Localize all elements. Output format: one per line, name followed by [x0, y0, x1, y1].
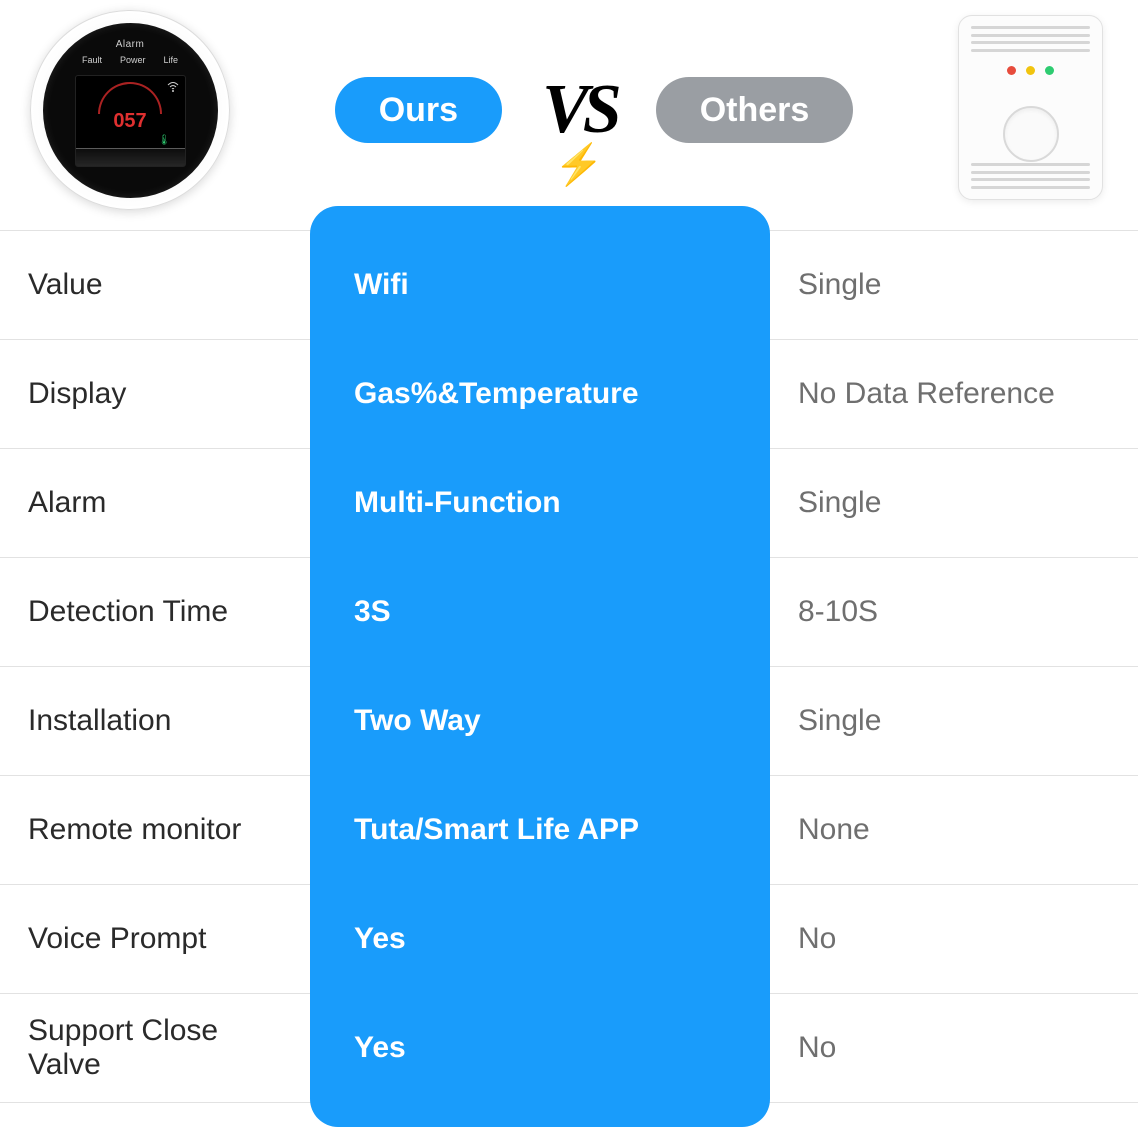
row-label: Installation: [0, 667, 310, 775]
device-label-alarm: Alarm: [43, 39, 218, 50]
wave-graphic: [76, 148, 185, 166]
wifi-icon: [167, 82, 179, 95]
row-others: No: [770, 885, 1138, 993]
others-badge: Others: [656, 77, 854, 143]
row-others: Single: [770, 449, 1138, 557]
row-label: Support Close Valve: [0, 994, 310, 1102]
device-reading: 057: [113, 110, 146, 133]
row-ours: 3S: [310, 558, 770, 666]
other-product-image: [958, 15, 1108, 205]
row-others: No Data Reference: [770, 340, 1138, 448]
device-label-power: Power: [120, 55, 146, 65]
row-label: Value: [0, 231, 310, 339]
row-ours: Wifi: [310, 231, 770, 339]
vs-graphic: VS ⚡: [542, 75, 616, 145]
table-row: Display Gas%&Temperature No Data Referen…: [0, 339, 1138, 448]
row-label: Detection Time: [0, 558, 310, 666]
table-row: Detection Time 3S 8-10S: [0, 557, 1138, 666]
device-label-life: Life: [164, 55, 179, 65]
row-label: Voice Prompt: [0, 885, 310, 993]
led-red-icon: [1007, 66, 1016, 75]
row-ours: Two Way: [310, 667, 770, 775]
table-row: Value Wifi Single: [0, 230, 1138, 339]
device-button-icon: [1003, 106, 1059, 162]
led-yellow-icon: [1026, 66, 1035, 75]
ours-badge: Ours: [335, 77, 502, 143]
row-others: Single: [770, 231, 1138, 339]
row-ours: Gas%&Temperature: [310, 340, 770, 448]
row-others: None: [770, 776, 1138, 884]
table-row: Remote monitor Tuta/Smart Life APP None: [0, 775, 1138, 884]
device-label-fault: Fault: [82, 55, 102, 65]
comparison-table: Value Wifi Single Display Gas%&Temperatu…: [0, 230, 1138, 1103]
row-others: No: [770, 994, 1138, 1102]
table-row: Voice Prompt Yes No: [0, 884, 1138, 993]
row-ours: Tuta/Smart Life APP: [310, 776, 770, 884]
row-label: Remote monitor: [0, 776, 310, 884]
table-row: Alarm Multi-Function Single: [0, 448, 1138, 557]
row-ours: Yes: [310, 885, 770, 993]
row-others: 8-10S: [770, 558, 1138, 666]
row-others: Single: [770, 667, 1138, 775]
comparison-header: Alarm Fault Power Life 057 🌡 Ours: [0, 0, 1138, 210]
table-row: Support Close Valve Yes No: [0, 993, 1138, 1103]
row-ours: Yes: [310, 994, 770, 1102]
vs-slash-icon: ⚡: [554, 145, 604, 185]
row-label: Alarm: [0, 449, 310, 557]
table-row: Installation Two Way Single: [0, 666, 1138, 775]
row-label: Display: [0, 340, 310, 448]
row-ours: Multi-Function: [310, 449, 770, 557]
thermometer-icon: 🌡: [158, 135, 171, 146]
our-product-image: Alarm Fault Power Life 057 🌡: [30, 10, 230, 210]
led-green-icon: [1045, 66, 1054, 75]
